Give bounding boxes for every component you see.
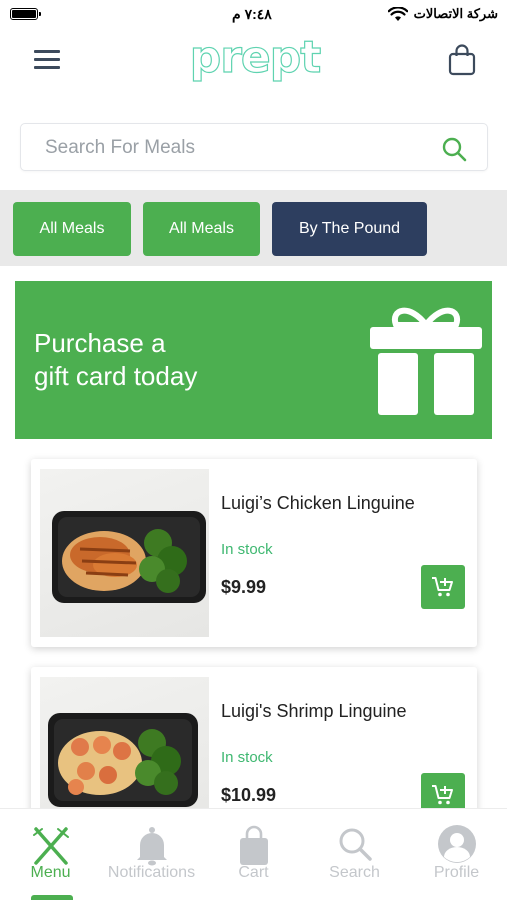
bottom-tab-bar: Menu Notifications Cart Search Profile — [0, 808, 507, 900]
user-avatar-icon — [437, 825, 476, 863]
gift-icon — [370, 307, 482, 415]
hamburger-menu-icon[interactable] — [34, 50, 60, 70]
shopping-bag-icon — [239, 825, 268, 865]
tab-cart[interactable]: Cart — [203, 809, 304, 900]
tab-search[interactable]: Search — [304, 809, 405, 900]
product-image-chicken-linguine — [40, 469, 209, 637]
stock-status: In stock — [221, 541, 273, 558]
category-button-by-the-pound[interactable]: By The Pound — [272, 202, 427, 256]
app-screen: ٧:٤٨ م شركة الاتصالات prept All Meals Al… — [0, 0, 507, 900]
fork-knife-icon — [32, 827, 69, 865]
product-card[interactable]: Luigi’s Chicken Linguine In stock $9.99 — [31, 459, 477, 647]
tab-menu[interactable]: Menu — [0, 809, 101, 900]
status-bar: ٧:٤٨ م شركة الاتصالات — [0, 0, 507, 30]
tab-label: Notifications — [107, 864, 196, 881]
app-header: prept — [0, 30, 507, 95]
add-to-cart-button[interactable] — [421, 565, 465, 609]
bell-icon — [136, 827, 167, 866]
product-price: $10.99 — [221, 785, 277, 805]
active-tab-indicator — [31, 895, 73, 900]
wifi-icon — [388, 7, 408, 21]
search-bar — [20, 123, 488, 171]
prept-logo: prept — [189, 34, 323, 84]
tab-notifications[interactable]: Notifications — [101, 809, 202, 900]
search-icon[interactable] — [441, 136, 467, 162]
category-button-all-meals[interactable]: All Meals — [13, 202, 131, 256]
tab-label: Search — [329, 864, 380, 881]
tab-label: Menu — [30, 864, 71, 881]
search-input[interactable] — [45, 134, 425, 162]
status-time: ٧:٤٨ م — [232, 6, 272, 22]
product-name: Luigi’s Chicken Linguine — [221, 493, 415, 513]
tab-profile[interactable]: Profile — [406, 809, 507, 900]
product-name: Luigi's Shrimp Linguine — [221, 701, 407, 721]
category-filter-bar: All Meals All Meals By The Pound — [0, 190, 507, 266]
search-icon — [339, 828, 372, 861]
carrier-name: شركة الاتصالات — [413, 6, 498, 21]
product-price: $9.99 — [221, 577, 267, 597]
tab-label: Profile — [433, 864, 480, 881]
battery-icon — [10, 8, 41, 20]
gift-card-banner-text: Purchase a gift card today — [34, 328, 198, 391]
shopping-bag-icon[interactable] — [448, 44, 476, 76]
stock-status: In stock — [221, 749, 273, 766]
svg-text:prept: prept — [190, 34, 322, 83]
add-to-cart-icon — [432, 785, 453, 805]
add-to-cart-icon — [432, 577, 453, 597]
category-button-all-meals-2[interactable]: All Meals — [143, 202, 260, 256]
gift-card-banner[interactable]: Purchase a gift card today — [15, 281, 492, 439]
tab-label: Cart — [238, 864, 269, 881]
